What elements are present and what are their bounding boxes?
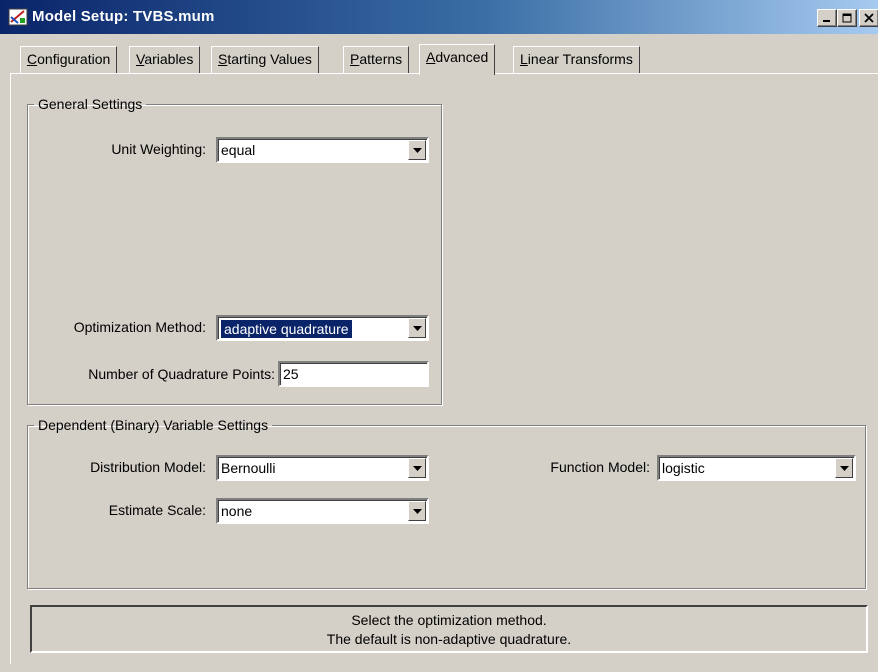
tab-variables[interactable]: Variables <box>129 46 201 73</box>
tab-linear-transforms-label: inear Transforms <box>527 51 633 67</box>
title-bar[interactable]: Model Setup: TVBS.mum <box>0 0 878 34</box>
tab-starting-values-label: tarting Values <box>227 51 312 67</box>
optimization-method-value: adaptive quadrature <box>220 319 353 339</box>
tab-linear-transforms-accesskey: L <box>520 51 528 67</box>
tab-starting-values-accesskey: S <box>218 51 228 67</box>
function-model-value: logistic <box>662 460 705 476</box>
chevron-down-icon <box>839 465 849 471</box>
dependent-variable-settings-legend: Dependent (Binary) Variable Settings <box>38 417 269 433</box>
function-model-dropdown-button[interactable] <box>835 458 853 478</box>
minimize-button[interactable] <box>817 9 837 27</box>
chevron-down-icon <box>412 147 422 153</box>
chevron-down-icon <box>412 508 422 514</box>
distribution-model-select[interactable]: Bernoulli <box>216 455 429 481</box>
model-setup-window: Model Setup: TVBS.mum Configuration Vari… <box>0 0 878 672</box>
tab-advanced-accesskey: A <box>426 49 436 65</box>
status-hint-line-2: The default is non-adaptive quadrature. <box>326 631 572 647</box>
tab-linear-transforms[interactable]: Linear Transforms <box>513 46 640 73</box>
maximize-button[interactable] <box>837 9 857 27</box>
estimate-scale-dropdown-button[interactable] <box>408 501 426 521</box>
estimate-scale-value: none <box>221 503 253 519</box>
chevron-down-icon <box>412 465 422 471</box>
quadrature-points-label: Number of Quadrature Points: <box>88 366 275 382</box>
function-model-label: Function Model: <box>550 459 650 475</box>
minimize-icon <box>823 20 830 22</box>
tab-configuration[interactable]: Configuration <box>20 46 118 73</box>
function-model-select[interactable]: logistic <box>657 455 856 481</box>
unit-weighting-value: equal <box>221 142 256 158</box>
tab-configuration-label: onfiguration <box>37 51 111 67</box>
close-button[interactable] <box>859 9 878 27</box>
distribution-model-dropdown-button[interactable] <box>408 458 426 478</box>
general-settings-legend: General Settings <box>38 96 143 112</box>
quadrature-points-input[interactable]: 25 <box>278 361 429 387</box>
unit-weighting-dropdown-button[interactable] <box>408 140 426 160</box>
estimate-scale-label: Estimate Scale: <box>108 502 206 518</box>
optimization-method-label: Optimization Method: <box>73 319 206 335</box>
tab-advanced[interactable]: Advanced <box>419 44 496 75</box>
tab-configuration-accesskey: C <box>27 51 38 67</box>
distribution-model-label: Distribution Model: <box>90 459 206 475</box>
tab-patterns-accesskey: P <box>350 51 360 67</box>
status-hint-box: Select the optimization method. The defa… <box>30 605 868 653</box>
tab-variables-label: ariables <box>144 51 194 67</box>
distribution-model-value: Bernoulli <box>221 460 276 476</box>
optimization-method-select[interactable]: adaptive quadrature <box>216 315 429 341</box>
chevron-down-icon <box>412 325 422 331</box>
optimization-method-dropdown-button[interactable] <box>408 318 426 338</box>
quadrature-points-value: 25 <box>283 366 299 382</box>
status-hint-line-1: Select the optimization method. <box>351 612 547 628</box>
window-title: Model Setup: TVBS.mum <box>32 8 215 25</box>
tab-patterns-label: atterns <box>359 51 403 67</box>
tab-starting-values[interactable]: Starting Values <box>211 46 319 73</box>
estimate-scale-select[interactable]: none <box>216 498 429 524</box>
close-icon <box>864 13 874 23</box>
maximize-icon <box>842 13 852 23</box>
tab-advanced-label: dvanced <box>435 49 489 65</box>
model-setup-icon <box>8 8 28 26</box>
unit-weighting-label: Unit Weighting: <box>111 141 206 157</box>
unit-weighting-select[interactable]: equal <box>216 137 429 163</box>
tab-patterns[interactable]: Patterns <box>343 46 410 73</box>
